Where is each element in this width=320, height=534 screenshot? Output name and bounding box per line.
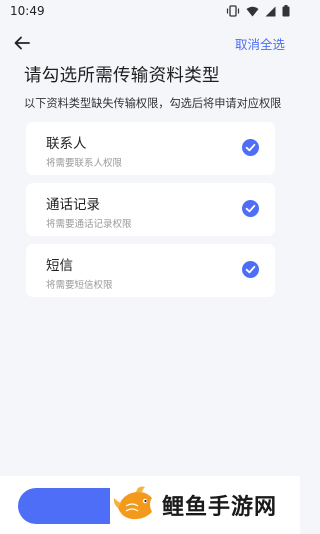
permission-name: 短信	[46, 258, 73, 274]
battery-icon	[282, 5, 290, 17]
deselect-all-button[interactable]: 取消全选	[235, 34, 285, 53]
permission-item-sms[interactable]: 短信 将需要短信权限	[26, 244, 275, 297]
confirm-button[interactable]	[18, 488, 110, 524]
wifi-icon	[246, 6, 259, 16]
page-subtitle: 以下资料类型缺失传输权限，勾选后将申请对应权限	[24, 97, 282, 110]
status-bar: 10:49	[0, 0, 300, 22]
watermark-logo: 鲤鱼手游网	[112, 482, 277, 528]
permission-list: 联系人 将需要联系人权限 通话记录 将需要通话记录权限 短信 将需要短信权限	[26, 122, 275, 305]
vibrate-icon	[226, 5, 240, 17]
permission-description: 将需要短信权限	[46, 280, 113, 291]
back-arrow-icon[interactable]	[13, 34, 31, 52]
signal-icon	[265, 6, 276, 16]
permission-item-call-log[interactable]: 通话记录 将需要通话记录权限	[26, 183, 275, 236]
check-circle-icon[interactable]	[242, 261, 259, 278]
permission-description: 将需要通话记录权限	[46, 219, 132, 230]
top-bar: 取消全选	[0, 28, 300, 56]
status-time: 10:49	[10, 4, 45, 18]
status-icons	[226, 5, 290, 17]
fish-logo-icon	[113, 486, 152, 520]
permission-description: 将需要联系人权限	[46, 158, 123, 169]
check-circle-icon[interactable]	[242, 200, 259, 217]
watermark-text: 鲤鱼手游网	[162, 495, 278, 520]
permission-name: 联系人	[46, 136, 87, 152]
page-title: 请勾选所需传输资料类型	[24, 66, 220, 86]
bottom-action-area: 鲤鱼手游网	[0, 476, 300, 534]
permission-name: 通话记录	[46, 197, 100, 213]
permission-item-contacts[interactable]: 联系人 将需要联系人权限	[26, 122, 275, 175]
check-circle-icon[interactable]	[242, 139, 259, 156]
